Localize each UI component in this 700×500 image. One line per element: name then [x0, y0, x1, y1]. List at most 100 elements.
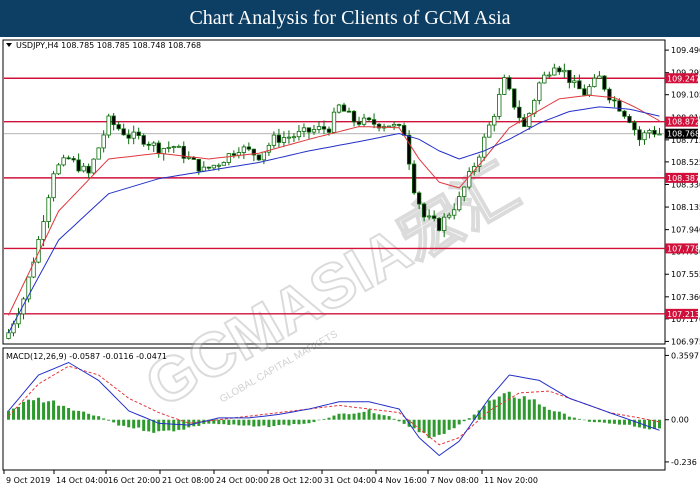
macd-histogram-bar [432, 419, 436, 437]
candle-body [482, 136, 487, 158]
macd-histogram-bar [332, 415, 336, 420]
macd-histogram-bar [487, 400, 491, 420]
macd-histogram-bar [242, 419, 246, 426]
macd-histogram-bar [262, 419, 266, 426]
candle-body [467, 171, 472, 188]
macd-histogram-bar [42, 402, 46, 420]
candle-body [512, 88, 517, 108]
macd-histogram-bar [217, 419, 221, 425]
macd-histogram-bar [52, 400, 56, 420]
candle-body [291, 136, 297, 139]
macd-histogram-bar [412, 419, 416, 429]
macd-histogram-bar [372, 413, 376, 420]
candle-body [111, 115, 116, 125]
macd-histogram-bar [542, 406, 546, 420]
macd-histogram-bar [72, 410, 76, 420]
candle-body [366, 117, 372, 121]
candle-body [386, 125, 392, 128]
candle-body [582, 88, 587, 96]
candle-body [316, 126, 322, 130]
macd-histogram-bar [127, 419, 131, 428]
macd-histogram-bar [517, 398, 521, 420]
macd-histogram-bar [557, 411, 561, 420]
macd-histogram-bar [582, 419, 586, 421]
macd-histogram-bar [47, 401, 51, 420]
candle-body [31, 261, 36, 278]
macd-histogram-bar [137, 419, 141, 428]
candle-body [627, 115, 632, 123]
macd-histogram-bar [437, 419, 441, 435]
macd-histogram-bar [167, 419, 171, 431]
price-tick-label: 109.490 [671, 46, 700, 55]
candle-body [607, 88, 612, 101]
macd-histogram-bar [612, 419, 616, 424]
candle-body [647, 129, 652, 134]
candle-body [261, 151, 267, 161]
candle-body [487, 124, 492, 138]
candle-body [396, 124, 402, 126]
candle-body [462, 186, 467, 197]
current-price-label: 108.768 [667, 130, 700, 139]
macd-histogram-bar [462, 419, 466, 422]
macd-histogram-bar [222, 419, 226, 425]
macd-histogram-bar [512, 397, 516, 420]
candle-body [221, 162, 226, 166]
candle-body [426, 215, 432, 218]
candle-body [141, 135, 146, 145]
candle-body [406, 134, 412, 165]
macd-histogram-bar [452, 419, 456, 429]
candle-body [657, 133, 662, 136]
candle-body [537, 82, 542, 101]
candle-body [61, 157, 66, 166]
macd-histogram-bar [227, 419, 231, 425]
candle-body [637, 129, 642, 141]
candle-body [507, 77, 512, 90]
macd-histogram-bar [77, 410, 81, 420]
macd-tick-label: 0.00 [671, 416, 689, 425]
macd-histogram-bar [597, 419, 601, 423]
macd-histogram-bar [97, 416, 101, 420]
candle-body [577, 80, 582, 90]
candle-body [171, 146, 176, 148]
candle-body [652, 129, 657, 135]
candle-body [121, 128, 126, 136]
macd-histogram-bar [592, 419, 596, 423]
candle-body [552, 67, 557, 76]
macd-histogram-bar [67, 408, 71, 420]
candle-body [557, 67, 562, 73]
macd-histogram-bar [172, 419, 176, 432]
candle-body [497, 93, 502, 117]
candle-body [106, 115, 111, 136]
macd-histogram-bar [527, 399, 531, 420]
macd-histogram-bar [82, 411, 86, 420]
macd-histogram-bar [602, 419, 606, 423]
price-tick-label: 108.525 [671, 158, 700, 167]
candle-body [6, 332, 11, 339]
candle-body [612, 99, 617, 102]
candle-body [431, 215, 437, 219]
candle-body [156, 142, 161, 155]
macd-histogram-bar [607, 419, 611, 424]
macd-histogram-bar [392, 418, 396, 420]
time-tick-label: 4 Nov 16:00 [378, 476, 427, 485]
macd-histogram-bar [342, 413, 346, 420]
candle-body [542, 74, 547, 84]
candle-body [517, 106, 522, 119]
price-tick-label: 106.975 [671, 337, 700, 346]
macd-histogram-bar [22, 401, 26, 420]
candle-body [452, 209, 457, 216]
macd-histogram-bar [507, 391, 511, 420]
candle-body [71, 158, 76, 161]
macd-histogram-bar [522, 396, 526, 420]
candle-body [572, 80, 577, 83]
macd-title: MACD(12,26,9) -0.0587 -0.0116 -0.0471 [6, 352, 167, 361]
candle-body [201, 166, 206, 172]
macd-histogram-bar [277, 419, 281, 426]
page-title: Chart Analysis for Clients of GCM Asia [0, 0, 700, 37]
macd-histogram-bar [17, 406, 21, 420]
candle-body [176, 145, 181, 148]
level-labels: 109.247 108.872 108.387 107.778 107.213 108.7… [665, 73, 700, 319]
macd-histogram-bar [552, 411, 556, 420]
candle-body [587, 86, 592, 96]
macd-tick-label: -0.236 [671, 458, 697, 467]
